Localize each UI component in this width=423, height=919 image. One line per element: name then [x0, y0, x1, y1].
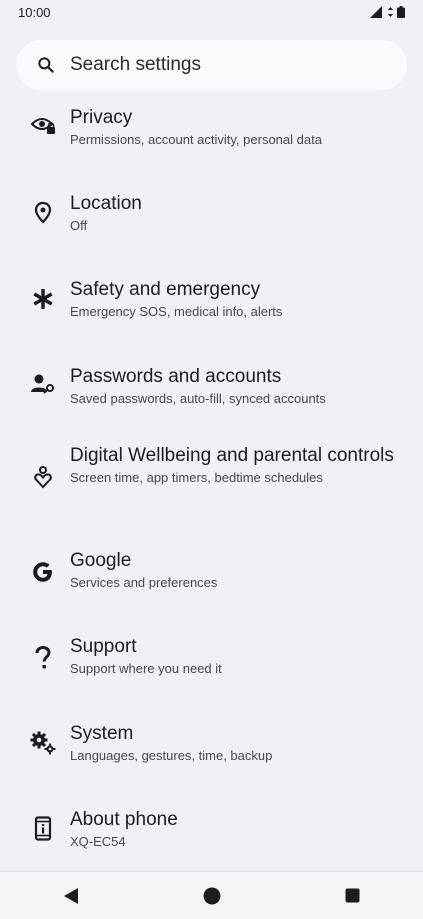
google-g-icon — [30, 559, 56, 585]
search-icon — [38, 57, 54, 73]
search-placeholder: Search settings — [70, 54, 201, 75]
search-bar[interactable]: Search settings — [16, 40, 407, 90]
settings-item-wellbeing[interactable]: Digital Wellbeing and parental controls … — [0, 442, 423, 532]
settings-item-safety[interactable]: Safety and emergency Emergency SOS, medi… — [0, 272, 423, 342]
status-bar: 10:00 — [0, 0, 423, 24]
settings-item-system[interactable]: System Languages, gestures, time, backup — [0, 720, 423, 790]
settings-item-subtitle: Services and preferences — [70, 575, 218, 590]
settings-item-about[interactable]: About phone XQ-EC54 — [0, 806, 423, 868]
location-pin-icon — [30, 200, 56, 226]
settings-item-title: Safety and emergency — [70, 279, 261, 300]
home-button[interactable] — [192, 876, 232, 916]
settings-item-title: System — [70, 723, 134, 744]
settings-item-subtitle: Permissions, account activity, personal … — [70, 132, 322, 147]
back-button[interactable] — [51, 876, 91, 916]
settings-item-support[interactable]: Support Support where you need it — [0, 633, 423, 703]
back-triangle-icon — [63, 887, 78, 904]
settings-item-title: Support — [70, 636, 137, 657]
settings-item-title: Location — [70, 193, 142, 214]
settings-item-google[interactable]: Google Services and preferences — [0, 547, 423, 617]
wellbeing-heart-icon — [30, 464, 56, 490]
gears-icon — [30, 730, 56, 756]
status-icons — [370, 6, 405, 18]
asterisk-icon — [30, 286, 56, 312]
phone-info-icon — [30, 816, 56, 842]
recents-square-icon — [345, 888, 360, 903]
home-circle-icon — [203, 887, 220, 904]
settings-item-title: About phone — [70, 809, 178, 830]
navigation-bar — [0, 871, 423, 919]
settings-item-title: Google — [70, 550, 132, 571]
settings-item-title: Digital Wellbeing and parental controls — [70, 445, 394, 466]
settings-item-passwords[interactable]: Passwords and accounts Saved passwords, … — [0, 359, 423, 429]
recents-button[interactable] — [333, 876, 373, 916]
signal-icon — [370, 6, 382, 18]
settings-item-subtitle: Saved passwords, auto-fill, synced accou… — [70, 391, 326, 406]
settings-item-privacy[interactable]: Privacy Permissions, account activity, p… — [0, 100, 423, 170]
settings-item-subtitle: Screen time, app timers, bedtime schedul… — [70, 470, 323, 485]
settings-item-subtitle: Support where you need it — [70, 661, 222, 676]
status-time: 10:00 — [18, 4, 51, 20]
data-arrows-icon — [388, 7, 393, 17]
settings-item-subtitle: Emergency SOS, medical info, alerts — [70, 304, 283, 319]
settings-item-subtitle: Off — [70, 218, 88, 233]
account-key-icon — [30, 371, 56, 397]
settings-item-title: Privacy — [70, 107, 133, 128]
privacy-eye-lock-icon — [30, 112, 56, 138]
settings-item-location[interactable]: Location Off — [0, 186, 423, 256]
question-mark-icon — [30, 645, 56, 671]
settings-item-subtitle: XQ-EC54 — [70, 834, 126, 849]
settings-item-title: Passwords and accounts — [70, 366, 282, 387]
settings-item-subtitle: Languages, gestures, time, backup — [70, 748, 273, 763]
battery-icon — [397, 6, 405, 18]
